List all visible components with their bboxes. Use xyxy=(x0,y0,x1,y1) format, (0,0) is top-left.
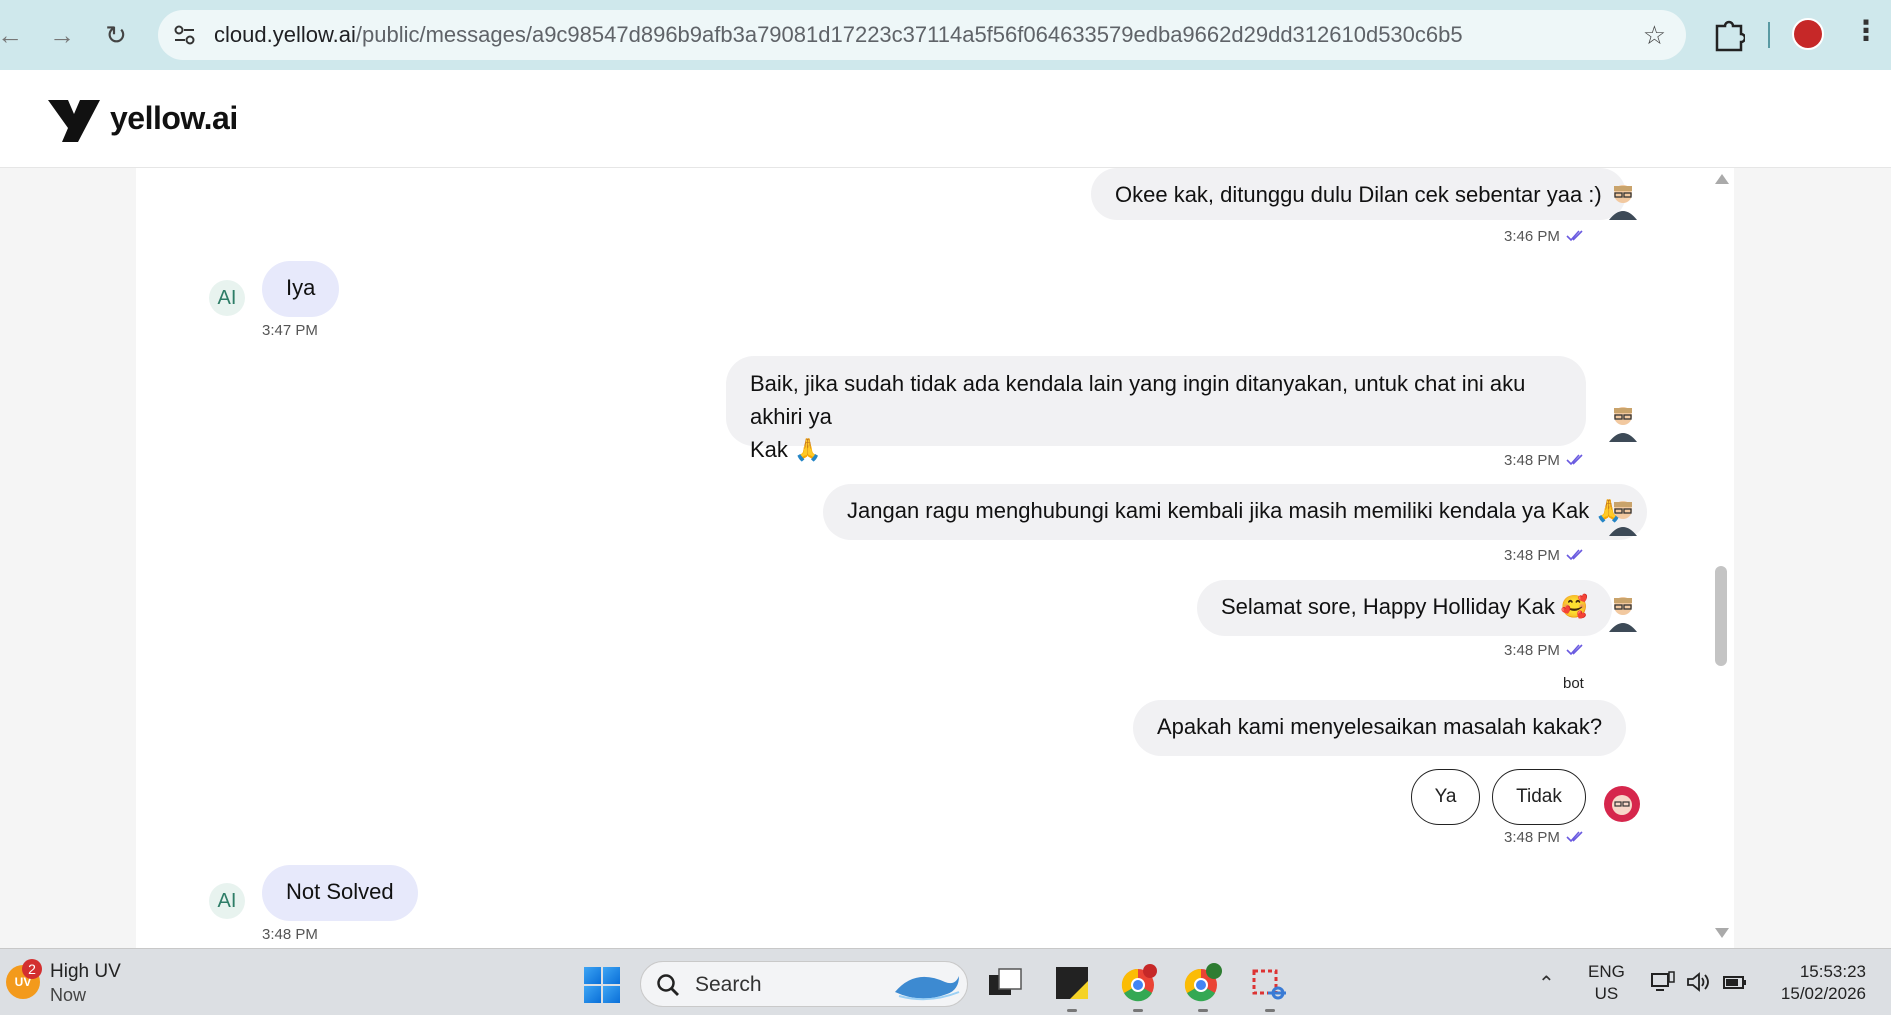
menu-kebab-icon[interactable]: ⋮ xyxy=(1852,14,1880,47)
site-settings-icon[interactable] xyxy=(172,22,198,48)
chrome-profile-1-icon[interactable] xyxy=(1118,963,1158,1003)
language-indicator[interactable]: ENG US xyxy=(1588,961,1625,1005)
ai-avatar-label: AI xyxy=(217,889,237,912)
app-running-indicator xyxy=(1198,1009,1208,1012)
message-timestamp: 3:48 PM xyxy=(1504,829,1560,846)
message-timestamp: 3:47 PM xyxy=(262,322,318,339)
message-timestamp: 3:46 PM xyxy=(1504,228,1560,245)
app-running-indicator xyxy=(1067,1009,1077,1012)
read-receipt-icon xyxy=(1566,230,1583,242)
agent-avatar-icon xyxy=(1609,185,1637,220)
toolbar-divider xyxy=(1768,22,1770,48)
app-running-indicator xyxy=(1265,1009,1275,1012)
search-highlight-whale-icon xyxy=(895,976,960,1001)
message-timestamp: 3:48 PM xyxy=(1504,642,1560,659)
weather-title[interactable]: High UV xyxy=(50,961,121,983)
tray-overflow-chevron-up-icon[interactable]: ⌃ xyxy=(1538,971,1555,996)
volume-icon[interactable] xyxy=(1686,971,1712,993)
search-icon xyxy=(657,974,679,996)
network-icon[interactable] xyxy=(1650,971,1676,993)
message-bubble-outgoing: Apakah kami menyelesaikan masalah kakak? xyxy=(1133,700,1627,756)
app-running-indicator xyxy=(1133,1009,1143,1012)
agent-avatar-icon xyxy=(1609,407,1637,442)
read-receipt-icon xyxy=(1566,549,1583,561)
message-bubble-outgoing: Jangan ragu menghubungi kami kembali jik… xyxy=(823,484,1647,540)
ai-avatar-label: AI xyxy=(217,286,237,309)
agent-avatar-icon xyxy=(1609,501,1637,536)
message-text: Selamat sore, Happy Holliday Kak 🥰 xyxy=(1221,594,1589,619)
scroll-up-arrow-icon[interactable] xyxy=(1715,174,1729,184)
app-header: yellow.ai xyxy=(0,70,1891,168)
language-code: ENG xyxy=(1588,962,1625,981)
url-host: cloud.yellow.ai xyxy=(214,22,356,47)
browser-toolbar: ← → ↻ cloud.yellow.ai/public/messages/a9… xyxy=(0,0,1891,70)
battery-icon[interactable] xyxy=(1722,971,1748,993)
address-bar[interactable]: cloud.yellow.ai/public/messages/a9c98547… xyxy=(158,10,1686,60)
quick-reply-ya-button[interactable]: Ya xyxy=(1411,769,1480,825)
search-placeholder: Search xyxy=(695,973,762,996)
message-timestamp: 3:48 PM xyxy=(262,926,318,943)
message-bubble-outgoing: Baik, jika sudah tidak ada kendala lain … xyxy=(726,356,1586,462)
weather-subtitle: Now xyxy=(50,985,87,1005)
message-text-line-1: Baik, jika sudah tidak ada kendala lain … xyxy=(750,371,1526,429)
forward-icon[interactable]: → xyxy=(40,13,84,57)
logo-text: yellow.ai xyxy=(110,100,238,136)
message-text: Apakah kami menyelesaikan masalah kakak? xyxy=(1157,714,1603,739)
back-icon[interactable]: ← xyxy=(0,13,32,57)
yellow-ai-logo-icon xyxy=(48,100,100,142)
taskbar-search[interactable]: Search xyxy=(640,961,968,1007)
message-timestamp: 3:48 PM xyxy=(1504,547,1560,564)
message-text: Iya xyxy=(286,275,316,300)
clock-date: 15/02/2026 xyxy=(1780,984,1866,1003)
ai-avatar: AI xyxy=(209,883,245,919)
message-bubble-outgoing: Selamat sore, Happy Holliday Kak 🥰 xyxy=(1197,580,1613,636)
message-text: Not Solved xyxy=(286,879,394,904)
windows-taskbar: UV 2 High UV Now Search ⌃ ENG US 15:53:23… xyxy=(0,948,1891,1015)
chat-scrollbar[interactable] xyxy=(1708,168,1732,948)
read-receipt-icon xyxy=(1566,831,1583,843)
chrome-profile-cs-icon[interactable] xyxy=(1183,963,1223,1003)
message-text: Jangan ragu menghubungi kami kembali jik… xyxy=(847,498,1623,523)
chat-transcript[interactable]: Okee kak, ditunggu dulu Dilan cek sebent… xyxy=(136,168,1734,948)
quick-reply-tidak-button[interactable]: Tidak xyxy=(1492,769,1586,825)
clock-time: 15:53:23 xyxy=(1799,962,1866,981)
agent-avatar-icon xyxy=(1609,597,1637,632)
message-bubble-incoming: Iya xyxy=(262,261,340,317)
message-text: Okee kak, ditunggu dulu Dilan cek sebent… xyxy=(1115,182,1602,207)
sticky-notes-icon[interactable] xyxy=(1052,963,1092,1003)
message-text-line-2: Kak 🙏 xyxy=(750,437,822,462)
ai-avatar: AI xyxy=(209,280,245,316)
profile-avatar[interactable] xyxy=(1792,18,1824,50)
read-receipt-icon xyxy=(1566,644,1583,656)
task-view-icon[interactable] xyxy=(985,963,1025,1003)
read-receipt-icon xyxy=(1566,454,1583,466)
snipping-tool-icon[interactable] xyxy=(1250,963,1290,1003)
system-clock[interactable]: 15:53:23 15/02/2026 xyxy=(1770,961,1866,1005)
message-timestamp: 3:48 PM xyxy=(1504,452,1560,469)
extensions-icon[interactable] xyxy=(1713,16,1745,52)
weather-badge: 2 xyxy=(22,959,42,979)
sender-label: bot xyxy=(1563,675,1584,692)
scroll-down-arrow-icon[interactable] xyxy=(1715,928,1729,938)
bookmark-star-icon[interactable]: ☆ xyxy=(1643,20,1666,51)
windows-start-icon[interactable] xyxy=(584,967,620,1003)
url-path: /public/messages/a9c98547d896b9afb3a7908… xyxy=(355,22,1463,47)
reload-icon[interactable]: ↻ xyxy=(94,13,138,57)
scroll-thumb[interactable] xyxy=(1715,566,1727,666)
message-bubble-outgoing: Okee kak, ditunggu dulu Dilan cek sebent… xyxy=(1091,168,1626,220)
language-region: US xyxy=(1594,984,1619,1003)
message-bubble-incoming: Not Solved xyxy=(262,865,418,921)
bot-avatar-icon xyxy=(1604,786,1640,822)
